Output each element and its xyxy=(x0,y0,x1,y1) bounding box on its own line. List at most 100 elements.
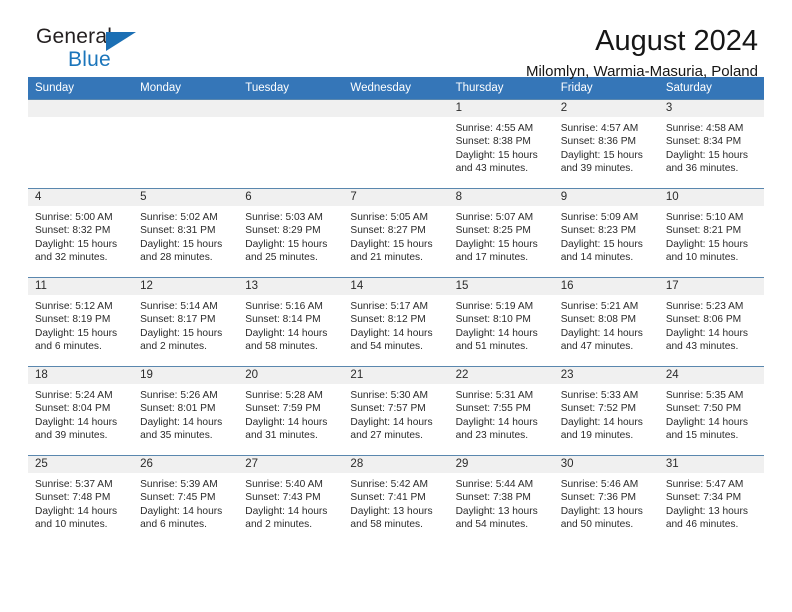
calendar-day-cell[interactable]: 21 Sunrise: 5:30 AM Sunset: 7:57 PM Dayligh… xyxy=(343,366,449,456)
day-number: 27 xyxy=(238,456,344,473)
calendar-day-cell[interactable]: 3 Sunrise: 4:58 AM Sunset: 8:34 PM Daylight… xyxy=(658,99,764,189)
daylight-text-line2: and 32 minutes. xyxy=(35,251,108,263)
day-details: Sunrise: 5:17 AM Sunset: 8:12 PM Daylight:… xyxy=(343,295,448,353)
daylight-text-line1: Daylight: 13 hours xyxy=(455,505,538,517)
daylight-text-line2: and 10 minutes. xyxy=(35,518,108,530)
sunset-text: Sunset: 8:12 PM xyxy=(350,314,426,326)
day-details: Sunrise: 4:58 AM Sunset: 8:34 PM Daylight:… xyxy=(659,117,764,175)
day-number: 9 xyxy=(553,189,659,206)
calendar-day-cell[interactable]: 4 Sunrise: 5:00 AM Sunset: 8:32 PM Daylight… xyxy=(28,188,134,278)
calendar-day-cell[interactable]: 26 Sunrise: 5:39 AM Sunset: 7:45 PM Dayligh… xyxy=(133,455,239,545)
daylight-text-line2: and 46 minutes. xyxy=(665,518,739,530)
sunrise-text: Sunrise: 5:14 AM xyxy=(140,301,218,312)
sunrise-text: Sunrise: 5:37 AM xyxy=(35,479,113,490)
page-title: August 2024 xyxy=(595,25,758,57)
calendar-day-cell[interactable]: 27 Sunrise: 5:40 AM Sunset: 7:43 PM Dayligh… xyxy=(238,455,344,545)
calendar-day-cell[interactable]: 31 Sunrise: 5:47 AM Sunset: 7:34 PM Dayligh… xyxy=(658,455,764,545)
page-subtitle: Milomlyn, Warmia-Masuria, Poland xyxy=(525,63,758,81)
sunset-text: Sunset: 7:48 PM xyxy=(35,492,111,504)
calendar-day-cell[interactable]: 5 Sunrise: 5:02 AM Sunset: 8:31 PM Daylight… xyxy=(133,188,239,278)
calendar-day-cell[interactable]: 25 Sunrise: 5:37 AM Sunset: 7:48 PM Dayligh… xyxy=(28,455,134,545)
calendar-day-cell[interactable]: 2 Sunrise: 4:57 AM Sunset: 8:36 PM Daylight… xyxy=(553,99,659,189)
daylight-text-line2: and 51 minutes. xyxy=(455,340,529,352)
day-details: Sunrise: 5:31 AM Sunset: 7:55 PM Daylight:… xyxy=(449,384,554,442)
calendar-day-cell[interactable]: 28 Sunrise: 5:42 AM Sunset: 7:41 PM Dayligh… xyxy=(343,455,449,545)
daylight-text-line2: and 54 minutes. xyxy=(455,518,529,530)
calendar-day-cell-empty xyxy=(28,99,134,189)
day-number: 24 xyxy=(658,367,764,384)
calendar-day-cell[interactable]: 20 Sunrise: 5:28 AM Sunset: 7:59 PM Dayligh… xyxy=(238,366,344,456)
day-number xyxy=(343,100,449,117)
day-number: 23 xyxy=(553,367,659,384)
calendar-body: 1 Sunrise: 4:55 AM Sunset: 8:38 PM Daylight… xyxy=(28,99,764,545)
calendar-day-cell[interactable]: 22 Sunrise: 5:31 AM Sunset: 7:55 PM Dayligh… xyxy=(448,366,554,456)
calendar-day-cell[interactable]: 12 Sunrise: 5:14 AM Sunset: 8:17 PM Dayligh… xyxy=(133,277,239,367)
day-number: 11 xyxy=(28,278,134,295)
daylight-text-line1: Daylight: 15 hours xyxy=(140,238,223,250)
calendar-day-cell-empty xyxy=(238,99,344,189)
day-number: 25 xyxy=(28,456,134,473)
daylight-text-line1: Daylight: 15 hours xyxy=(455,238,538,250)
daylight-text-line1: Daylight: 15 hours xyxy=(140,327,223,339)
daylight-text-line1: Daylight: 15 hours xyxy=(35,238,118,250)
sunset-text: Sunset: 7:41 PM xyxy=(350,492,426,504)
calendar-day-cell[interactable]: 18 Sunrise: 5:24 AM Sunset: 8:04 PM Dayligh… xyxy=(28,366,134,456)
daylight-text-line2: and 21 minutes. xyxy=(350,251,423,263)
day-number: 20 xyxy=(238,367,344,384)
daylight-text-line1: Daylight: 13 hours xyxy=(350,505,433,517)
daylight-text-line2: and 28 minutes. xyxy=(140,251,213,263)
daylight-text-line1: Daylight: 15 hours xyxy=(560,149,643,161)
day-details: Sunrise: 5:05 AM Sunset: 8:27 PM Daylight:… xyxy=(343,206,448,264)
day-number: 30 xyxy=(553,456,659,473)
calendar-day-cell[interactable]: 19 Sunrise: 5:26 AM Sunset: 8:01 PM Dayligh… xyxy=(133,366,239,456)
day-number: 17 xyxy=(658,278,764,295)
sunset-text: Sunset: 7:36 PM xyxy=(560,492,637,504)
calendar-day-cell[interactable]: 17 Sunrise: 5:23 AM Sunset: 8:06 PM Dayligh… xyxy=(658,277,764,367)
calendar-day-cell[interactable]: 30 Sunrise: 5:46 AM Sunset: 7:36 PM Dayligh… xyxy=(553,455,659,545)
calendar-day-cell[interactable]: 23 Sunrise: 5:33 AM Sunset: 7:52 PM Dayligh… xyxy=(553,366,659,456)
daylight-text-line2: and 2 minutes. xyxy=(140,340,207,352)
daylight-text-line2: and 14 minutes. xyxy=(560,251,634,263)
daylight-text-line2: and 15 minutes. xyxy=(665,429,739,441)
calendar-day-cell[interactable]: 11 Sunrise: 5:12 AM Sunset: 8:19 PM Dayligh… xyxy=(28,277,134,367)
sunset-text: Sunset: 8:32 PM xyxy=(35,225,111,237)
sunrise-text: Sunrise: 5:07 AM xyxy=(455,212,534,223)
calendar-day-cell[interactable]: 29 Sunrise: 5:44 AM Sunset: 7:38 PM Dayligh… xyxy=(448,455,554,545)
sunrise-text: Sunrise: 5:00 AM xyxy=(35,212,113,223)
daylight-text-line1: Daylight: 14 hours xyxy=(245,505,328,517)
sunrise-text: Sunrise: 5:10 AM xyxy=(665,212,744,223)
sunrise-text: Sunrise: 5:40 AM xyxy=(245,479,323,490)
calendar-day-cell[interactable]: 16 Sunrise: 5:21 AM Sunset: 8:08 PM Dayligh… xyxy=(553,277,659,367)
calendar-day-cell[interactable]: 9 Sunrise: 5:09 AM Sunset: 8:23 PM Daylight… xyxy=(553,188,659,278)
day-number xyxy=(28,100,134,117)
sunrise-text: Sunrise: 5:47 AM xyxy=(665,479,744,490)
day-number: 21 xyxy=(343,367,449,384)
calendar-day-cell[interactable]: 6 Sunrise: 5:03 AM Sunset: 8:29 PM Daylight… xyxy=(238,188,344,278)
calendar-day-cell[interactable]: 1 Sunrise: 4:55 AM Sunset: 8:38 PM Daylight… xyxy=(448,99,554,189)
calendar-day-cell[interactable]: 7 Sunrise: 5:05 AM Sunset: 8:27 PM Daylight… xyxy=(343,188,449,278)
day-details: Sunrise: 4:57 AM Sunset: 8:36 PM Daylight:… xyxy=(554,117,659,175)
weekday-header-wednesday: Wednesday xyxy=(343,77,449,100)
sunrise-text: Sunrise: 5:31 AM xyxy=(455,390,534,401)
weekday-header-tuesday: Tuesday xyxy=(238,77,344,100)
calendar-day-cell[interactable]: 10 Sunrise: 5:10 AM Sunset: 8:21 PM Dayligh… xyxy=(658,188,764,278)
day-number: 13 xyxy=(238,278,344,295)
day-number: 22 xyxy=(448,367,554,384)
sunrise-text: Sunrise: 5:28 AM xyxy=(245,390,323,401)
day-number: 6 xyxy=(238,189,344,206)
calendar-day-cell[interactable]: 15 Sunrise: 5:19 AM Sunset: 8:10 PM Dayligh… xyxy=(448,277,554,367)
sunset-text: Sunset: 8:38 PM xyxy=(455,136,531,148)
sunset-text: Sunset: 8:27 PM xyxy=(350,225,426,237)
daylight-text-line2: and 2 minutes. xyxy=(245,518,313,530)
calendar-week-row: 11 Sunrise: 5:12 AM Sunset: 8:19 PM Dayligh… xyxy=(28,277,764,367)
sunset-text: Sunset: 8:17 PM xyxy=(140,314,216,326)
day-details: Sunrise: 5:12 AM Sunset: 8:19 PM Daylight:… xyxy=(28,295,133,353)
calendar-day-cell[interactable]: 8 Sunrise: 5:07 AM Sunset: 8:25 PM Daylight… xyxy=(448,188,554,278)
calendar-day-cell[interactable]: 14 Sunrise: 5:17 AM Sunset: 8:12 PM Dayligh… xyxy=(343,277,449,367)
calendar-day-cell[interactable]: 24 Sunrise: 5:35 AM Sunset: 7:50 PM Dayligh… xyxy=(658,366,764,456)
general-blue-logo[interactable]: General Blue xyxy=(28,26,178,78)
sunrise-text: Sunrise: 4:55 AM xyxy=(455,123,534,134)
sunrise-text: Sunrise: 5:23 AM xyxy=(665,301,744,312)
daylight-text-line2: and 25 minutes. xyxy=(245,251,318,263)
calendar-day-cell[interactable]: 13 Sunrise: 5:16 AM Sunset: 8:14 PM Dayligh… xyxy=(238,277,344,367)
